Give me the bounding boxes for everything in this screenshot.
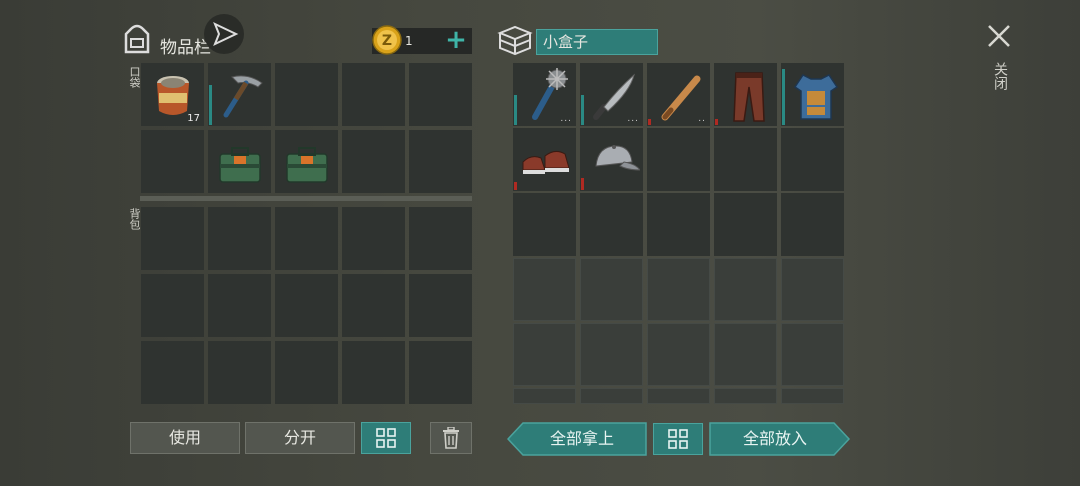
item-count: ... (560, 114, 572, 124)
container-slot[interactable] (580, 388, 643, 404)
backpack-slot[interactable] (409, 207, 472, 270)
coin-count: 1 (405, 34, 413, 48)
container-slot[interactable] (781, 63, 844, 126)
backpack-slot[interactable] (208, 274, 271, 337)
container-slot[interactable] (781, 258, 844, 321)
durability-bar (209, 85, 212, 125)
backpack-slot[interactable] (141, 341, 204, 404)
pocket-slot[interactable]: 17 (141, 63, 204, 126)
durability-bar (782, 69, 785, 125)
grid-sort-icon (376, 428, 396, 448)
close-icon[interactable] (985, 22, 1013, 50)
durability-bar (648, 119, 651, 125)
container-slot[interactable] (781, 323, 844, 386)
backpack-slot[interactable] (275, 341, 338, 404)
pocket-divider (140, 196, 472, 201)
pocket-slot[interactable] (275, 130, 338, 193)
container-slot[interactable] (580, 193, 643, 256)
trash-icon (443, 426, 459, 449)
container-slot[interactable] (714, 258, 777, 321)
backpack-slot[interactable] (342, 207, 405, 270)
sort-inventory-button[interactable] (361, 422, 411, 454)
sort-container-button[interactable] (653, 423, 703, 455)
baseball-cap-icon (584, 132, 641, 188)
container-name[interactable]: 小盒子 (536, 29, 658, 55)
item-count: .. (698, 114, 706, 124)
backpack-slot[interactable] (409, 341, 472, 404)
pocket-slot[interactable] (409, 130, 472, 193)
backpack-slot[interactable] (409, 274, 472, 337)
pickaxe-icon (212, 67, 268, 123)
leather-pants-icon (718, 67, 774, 123)
container-slot[interactable]: ... (580, 63, 643, 126)
durability-bar (514, 182, 517, 190)
durability-bar (514, 95, 517, 125)
container-slot[interactable] (647, 388, 710, 404)
item-count: ... (627, 114, 639, 124)
pocket-slot[interactable] (208, 63, 271, 126)
green-toolbox-icon (279, 134, 335, 190)
container-slot[interactable] (580, 128, 643, 191)
container-slot[interactable] (647, 193, 710, 256)
container-slot[interactable] (580, 323, 643, 386)
container-slot[interactable] (580, 258, 643, 321)
container-slot[interactable] (513, 193, 576, 256)
backpack-slot[interactable] (275, 207, 338, 270)
container-slot[interactable] (714, 323, 777, 386)
svg-text:Z: Z (382, 33, 392, 49)
use-button[interactable]: 使用 (130, 422, 240, 454)
coin-icon: Z (372, 25, 402, 55)
container-slot[interactable] (714, 388, 777, 404)
container-slot[interactable] (714, 193, 777, 256)
backpack-icon (122, 22, 152, 54)
take-all-label: 全部拿上 (549, 429, 614, 448)
container-slot[interactable] (647, 128, 710, 191)
sneakers-icon (517, 132, 573, 188)
armor-vest-icon (785, 67, 841, 123)
backpack-slot[interactable] (208, 341, 271, 404)
trash-button[interactable] (430, 422, 472, 454)
send-icon[interactable] (204, 14, 244, 54)
pocket-slot[interactable] (141, 130, 204, 193)
pocket-slot[interactable] (342, 130, 405, 193)
container-slot[interactable]: .. (647, 63, 710, 126)
grid-sort-icon (668, 429, 688, 449)
container-slot[interactable] (513, 323, 576, 386)
backpack-slot[interactable] (208, 207, 271, 270)
put-all-label: 全部放入 (742, 429, 807, 448)
container-slot[interactable] (781, 193, 844, 256)
pocket-label: 口袋 (128, 66, 141, 88)
durability-bar (581, 95, 584, 125)
container-slot[interactable] (781, 128, 844, 191)
item-count: 17 (187, 113, 200, 124)
add-coin-icon[interactable]: + (444, 27, 468, 54)
container-slot[interactable]: ... (513, 63, 576, 126)
backpack-label: 背包 (128, 208, 141, 230)
durability-bar (715, 119, 718, 125)
durability-bar (581, 178, 584, 190)
backpack-slot[interactable] (342, 274, 405, 337)
close-label[interactable]: 关闭 (990, 62, 1010, 90)
container-slot[interactable] (647, 258, 710, 321)
container-slot[interactable] (781, 388, 844, 404)
backpack-slot[interactable] (342, 341, 405, 404)
container-slot[interactable] (513, 128, 576, 191)
backpack-slot[interactable] (141, 274, 204, 337)
split-button[interactable]: 分开 (245, 422, 355, 454)
put-all-button[interactable]: 全部放入 (709, 422, 851, 456)
container-slot[interactable] (647, 323, 710, 386)
pocket-slot[interactable] (409, 63, 472, 126)
container-slot[interactable] (513, 258, 576, 321)
take-all-button[interactable]: 全部拿上 (507, 422, 647, 456)
box-icon (497, 24, 533, 56)
container-slot[interactable] (513, 388, 576, 404)
pocket-slot[interactable] (275, 63, 338, 126)
container-slot[interactable] (714, 128, 777, 191)
container-slot[interactable] (714, 63, 777, 126)
backpack-slot[interactable] (141, 207, 204, 270)
green-toolbox-icon (212, 134, 268, 190)
pocket-slot[interactable] (208, 130, 271, 193)
pocket-slot[interactable] (342, 63, 405, 126)
backpack-slot[interactable] (275, 274, 338, 337)
